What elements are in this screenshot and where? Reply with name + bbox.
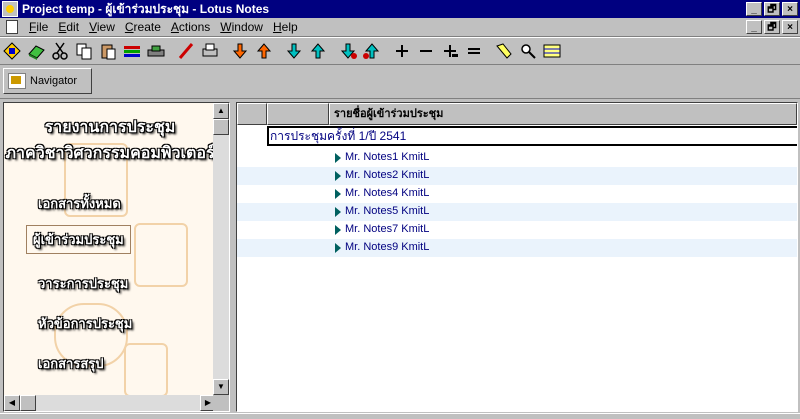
expand-all-icon[interactable] bbox=[439, 40, 461, 62]
scroll-up-button[interactable]: ▲ bbox=[213, 103, 229, 119]
collapse-all-icon[interactable] bbox=[463, 40, 485, 62]
list-item[interactable]: Mr. Notes1 KmitL bbox=[237, 149, 797, 167]
doc-restore-button[interactable]: 🗗 bbox=[764, 20, 780, 34]
scroll-down-button[interactable]: ▼ bbox=[213, 379, 229, 395]
document-marker-icon bbox=[335, 171, 341, 181]
collapse-icon[interactable] bbox=[415, 40, 437, 62]
nav-link-topics[interactable]: หัวข้อการประชุม bbox=[38, 313, 132, 334]
prev-doc-icon[interactable] bbox=[307, 40, 329, 62]
menu-edit[interactable]: Edit bbox=[53, 20, 84, 34]
menu-create[interactable]: Create bbox=[120, 20, 166, 34]
attendee-column-header[interactable]: รายชื่อผู้เข้าร่วมประชุม bbox=[329, 103, 797, 125]
view-pane: รายชื่อผู้เข้าร่วมประชุม การประชุมครั้งท… bbox=[236, 102, 798, 412]
document-marker-icon bbox=[335, 225, 341, 235]
selection-column-header[interactable] bbox=[237, 103, 267, 125]
menu-window[interactable]: Window bbox=[215, 20, 268, 34]
navigator-icon bbox=[8, 73, 26, 89]
column-header-bar: รายชื่อผู้เข้าร่วมประชุม bbox=[237, 103, 797, 125]
title-bar: Project temp - ผู้เข้าร่วมประชุม - Lotus… bbox=[0, 0, 800, 18]
nav-link-summary[interactable]: เอกสารสรุป bbox=[38, 353, 104, 374]
scroll-left-button[interactable]: ◀ bbox=[4, 395, 20, 411]
list-item[interactable]: Mr. Notes7 KmitL bbox=[237, 221, 797, 239]
move-up-icon[interactable] bbox=[253, 40, 275, 62]
spreadsheet-icon[interactable] bbox=[121, 40, 143, 62]
document-marker-icon bbox=[335, 189, 341, 199]
prev-unread-icon[interactable] bbox=[361, 40, 383, 62]
menu-actions[interactable]: Actions bbox=[166, 20, 215, 34]
scroll-thumb[interactable] bbox=[20, 395, 36, 411]
list-item[interactable]: Mr. Notes5 KmitL bbox=[237, 203, 797, 221]
navigator-horizontal-scrollbar[interactable]: ◀ ▶ bbox=[4, 395, 216, 411]
flashlight-icon[interactable] bbox=[493, 40, 515, 62]
doc-minimize-button[interactable]: _ bbox=[746, 20, 762, 34]
navigator-pane: รายงานการประชุม ภาควิชาวิศวกรรมคอมพิวเตอ… bbox=[3, 102, 230, 412]
nav-link-agenda[interactable]: วาระการประชุม bbox=[38, 273, 128, 294]
background-decoration bbox=[124, 343, 168, 397]
lotus-notes-icon[interactable] bbox=[2, 1, 18, 17]
menu-file[interactable]: File bbox=[24, 20, 53, 34]
restore-button[interactable]: 🗗 bbox=[764, 2, 780, 16]
expand-icon[interactable] bbox=[391, 40, 413, 62]
move-down-icon[interactable] bbox=[229, 40, 251, 62]
navigator-vertical-scrollbar[interactable]: ▲ ▼ bbox=[213, 103, 229, 395]
next-doc-icon[interactable] bbox=[283, 40, 305, 62]
nav-link-attendees[interactable]: ผู้เข้าร่วมประชุม bbox=[26, 225, 131, 254]
scissors-icon[interactable] bbox=[49, 40, 71, 62]
close-button[interactable]: × bbox=[782, 2, 798, 16]
scroll-thumb[interactable] bbox=[213, 119, 229, 135]
status-bar bbox=[0, 413, 800, 419]
doc-close-button[interactable]: × bbox=[782, 20, 798, 34]
menu-bar: File Edit View Create Actions Window Hel… bbox=[0, 18, 800, 37]
category-row[interactable]: การประชุมครั้งที่ 1/ปี 2541 bbox=[267, 126, 797, 146]
background-decoration bbox=[134, 223, 188, 287]
open-book-icon[interactable] bbox=[25, 40, 47, 62]
window-title: Project temp - ผู้เข้าร่วมประชุม - Lotus… bbox=[22, 1, 270, 16]
next-unread-icon[interactable] bbox=[337, 40, 359, 62]
navigator-toolbar: Navigator bbox=[0, 64, 800, 99]
list-item[interactable]: Mr. Notes9 KmitL bbox=[237, 239, 797, 257]
pencil-icon[interactable] bbox=[175, 40, 197, 62]
document-marker-icon bbox=[335, 243, 341, 253]
table-icon[interactable] bbox=[541, 40, 563, 62]
paste-icon[interactable] bbox=[97, 40, 119, 62]
document-marker-icon bbox=[335, 207, 341, 217]
car-icon[interactable] bbox=[145, 40, 167, 62]
navigator-button[interactable]: Navigator bbox=[3, 68, 92, 94]
smarticon-toolbar bbox=[0, 37, 800, 65]
navigator-label: Navigator bbox=[30, 75, 78, 87]
navigator-title-line1: รายงานการประชุม bbox=[44, 119, 176, 136]
window-controls: _ 🗗 × bbox=[746, 2, 798, 16]
category-column-header[interactable] bbox=[267, 103, 329, 125]
list-item[interactable]: Mr. Notes4 KmitL bbox=[237, 185, 797, 203]
document-window-controls: _ 🗗 × bbox=[746, 20, 798, 34]
nav-link-all-documents[interactable]: เอกสารทั้งหมด bbox=[38, 193, 121, 214]
menu-help[interactable]: Help bbox=[268, 20, 303, 34]
menu-view[interactable]: View bbox=[84, 20, 120, 34]
minimize-button[interactable]: _ bbox=[746, 2, 762, 16]
document-marker-icon bbox=[335, 153, 341, 163]
open-database-icon[interactable] bbox=[1, 40, 23, 62]
copy-icon[interactable] bbox=[73, 40, 95, 62]
search-icon[interactable] bbox=[517, 40, 539, 62]
document-window-icon[interactable] bbox=[6, 20, 18, 34]
print-icon[interactable] bbox=[199, 40, 221, 62]
list-item[interactable]: Mr. Notes2 KmitL bbox=[237, 167, 797, 185]
navigator-title-line2: ภาควิชาวิศวกรรมคอมพิวเตอร์ bbox=[5, 145, 215, 162]
